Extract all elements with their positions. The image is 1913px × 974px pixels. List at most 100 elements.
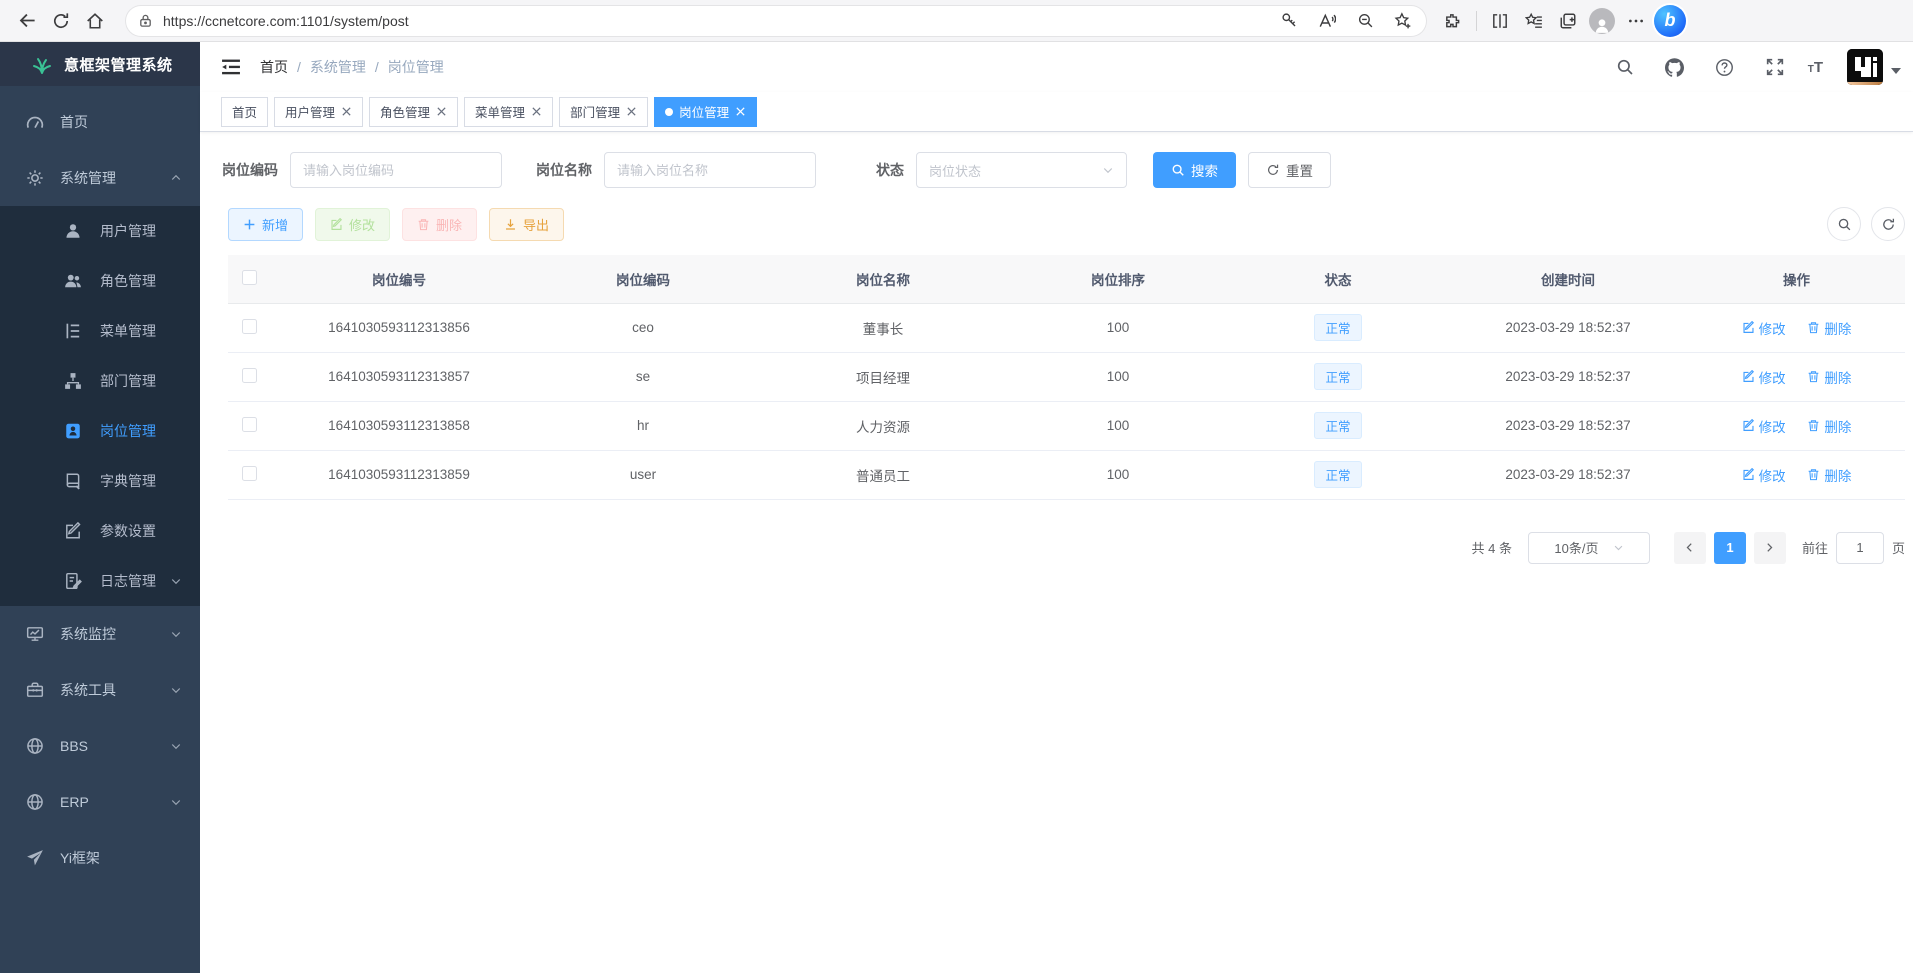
toggle-search-button[interactable] — [1827, 207, 1861, 241]
row-checkbox[interactable] — [242, 417, 257, 432]
home-icon[interactable] — [78, 5, 112, 37]
next-page-button[interactable] — [1754, 532, 1786, 564]
favorite-add-icon[interactable] — [1386, 5, 1420, 37]
sidebar-item-dept-management[interactable]: 部门管理 — [0, 356, 200, 406]
tab-post-management[interactable]: 岗位管理 — [654, 97, 757, 127]
sidebar-item-bbs[interactable]: BBS — [0, 718, 200, 774]
goto-page-input[interactable] — [1836, 532, 1884, 564]
globe-icon — [26, 737, 44, 755]
refresh-icon[interactable] — [44, 5, 78, 37]
select-all-checkbox[interactable] — [242, 270, 257, 285]
password-key-icon[interactable] — [1272, 5, 1306, 37]
sidebar-item-menu-management[interactable]: 菜单管理 — [0, 306, 200, 356]
sidebar-item-system-tools[interactable]: 系统工具 — [0, 662, 200, 718]
tab-close-icon[interactable] — [735, 106, 746, 117]
fullscreen-icon[interactable] — [1758, 50, 1792, 84]
cell-post-sort: 100 — [1008, 401, 1228, 450]
user-icon — [64, 222, 82, 240]
url-text[interactable]: https://ccnetcore.com:1101/system/post — [163, 13, 1272, 29]
back-icon[interactable] — [10, 5, 44, 37]
sidebar-item-label: 参数设置 — [100, 521, 156, 541]
dashboard-icon — [26, 113, 44, 131]
sidebar-item-label: 首页 — [60, 112, 88, 132]
export-button[interactable]: 导出 — [489, 208, 564, 241]
zoom-out-icon[interactable] — [1348, 5, 1382, 37]
page-size-select[interactable]: 10条/页 — [1528, 532, 1650, 564]
tab-close-icon[interactable] — [626, 106, 637, 117]
breadcrumb-home[interactable]: 首页 — [260, 57, 288, 77]
export-button-label: 导出 — [523, 215, 549, 234]
row-edit-link[interactable]: 修改 — [1742, 318, 1786, 338]
post-code-input[interactable] — [290, 152, 502, 188]
row-edit-link[interactable]: 修改 — [1742, 416, 1786, 436]
row-edit-link[interactable]: 修改 — [1742, 367, 1786, 387]
sidebar-item-role-management[interactable]: 角色管理 — [0, 256, 200, 306]
table-row: 1641030593112313858 hr 人力资源 100 正常 2023-… — [228, 401, 1905, 450]
reset-button[interactable]: 重置 — [1248, 152, 1331, 188]
tab-close-icon[interactable] — [436, 106, 447, 117]
search-button[interactable]: 搜索 — [1153, 152, 1236, 188]
sidebar-item-label: 字典管理 — [100, 471, 156, 491]
sidebar-item-yi-framework[interactable]: Yi框架 — [0, 830, 200, 886]
header-search-icon[interactable] — [1608, 50, 1642, 84]
font-size-icon[interactable]: TT — [1808, 59, 1823, 76]
page-number-1[interactable]: 1 — [1714, 532, 1746, 564]
sidebar-item-label: 系统管理 — [60, 168, 116, 188]
caret-down-icon — [1891, 68, 1901, 74]
sidebar-item-log-management[interactable]: 日志管理 — [0, 556, 200, 606]
address-bar[interactable]: https://ccnetcore.com:1101/system/post — [126, 6, 1426, 36]
tab-user-management[interactable]: 用户管理 — [274, 97, 363, 127]
sidebar-item-post-management[interactable]: 岗位管理 — [0, 406, 200, 456]
row-checkbox[interactable] — [242, 319, 257, 334]
tab-close-icon[interactable] — [341, 106, 352, 117]
prev-page-button[interactable] — [1674, 532, 1706, 564]
read-aloud-icon[interactable] — [1310, 5, 1344, 37]
browser-menu-icon[interactable] — [1619, 5, 1653, 37]
extensions-puzzle-icon[interactable] — [1436, 5, 1470, 37]
post-name-input[interactable] — [604, 152, 816, 188]
cell-post-id: 1641030593112313857 — [270, 352, 528, 401]
row-checkbox[interactable] — [242, 368, 257, 383]
toolbox-icon — [26, 681, 44, 699]
sidebar-item-home[interactable]: 首页 — [0, 94, 200, 150]
help-icon[interactable] — [1708, 50, 1742, 84]
favorites-bar-icon[interactable] — [1517, 5, 1551, 37]
row-delete-link[interactable]: 删除 — [1807, 465, 1851, 485]
browser-profile-avatar[interactable] — [1585, 5, 1619, 37]
user-menu[interactable] — [1847, 49, 1901, 85]
row-delete-link[interactable]: 删除 — [1807, 367, 1851, 387]
row-delete-link[interactable]: 删除 — [1807, 318, 1851, 338]
tab-close-icon[interactable] — [531, 106, 542, 117]
tab-role-management[interactable]: 角色管理 — [369, 97, 458, 127]
tab-dept-management[interactable]: 部门管理 — [559, 97, 648, 127]
edit-button[interactable]: 修改 — [315, 208, 390, 241]
github-icon[interactable] — [1658, 50, 1692, 84]
row-checkbox[interactable] — [242, 466, 257, 481]
sidebar-item-param-settings[interactable]: 参数设置 — [0, 506, 200, 556]
collections-icon[interactable] — [1551, 5, 1585, 37]
sidebar-item-system-monitor[interactable]: 系统监控 — [0, 606, 200, 662]
bing-copilot-icon[interactable]: b — [1653, 5, 1687, 37]
chevron-down-icon — [170, 628, 182, 640]
sidebar-item-system-management[interactable]: 系统管理 — [0, 150, 200, 206]
users-icon — [64, 272, 82, 290]
sidebar-item-label: ERP — [60, 794, 89, 810]
tab-menu-management[interactable]: 菜单管理 — [464, 97, 553, 127]
status-label: 状态 — [876, 160, 904, 180]
app-logo[interactable]: 意框架管理系统 — [0, 42, 200, 86]
add-button[interactable]: 新增 — [228, 208, 303, 241]
sidebar-fold-icon[interactable] — [220, 56, 242, 78]
sidebar-item-dict-management[interactable]: 字典管理 — [0, 456, 200, 506]
tab-label: 角色管理 — [380, 102, 430, 121]
row-edit-link[interactable]: 修改 — [1742, 465, 1786, 485]
delete-button[interactable]: 删除 — [402, 208, 477, 241]
user-avatar[interactable] — [1847, 49, 1883, 85]
sidebar-item-erp[interactable]: ERP — [0, 774, 200, 830]
avatar-underline — [1847, 82, 1883, 85]
status-select[interactable]: 岗位状态 — [916, 152, 1127, 188]
split-screen-icon[interactable] — [1483, 5, 1517, 37]
sidebar-item-user-management[interactable]: 用户管理 — [0, 206, 200, 256]
refresh-table-button[interactable] — [1871, 207, 1905, 241]
tab-home[interactable]: 首页 — [221, 97, 268, 127]
row-delete-link[interactable]: 删除 — [1807, 416, 1851, 436]
